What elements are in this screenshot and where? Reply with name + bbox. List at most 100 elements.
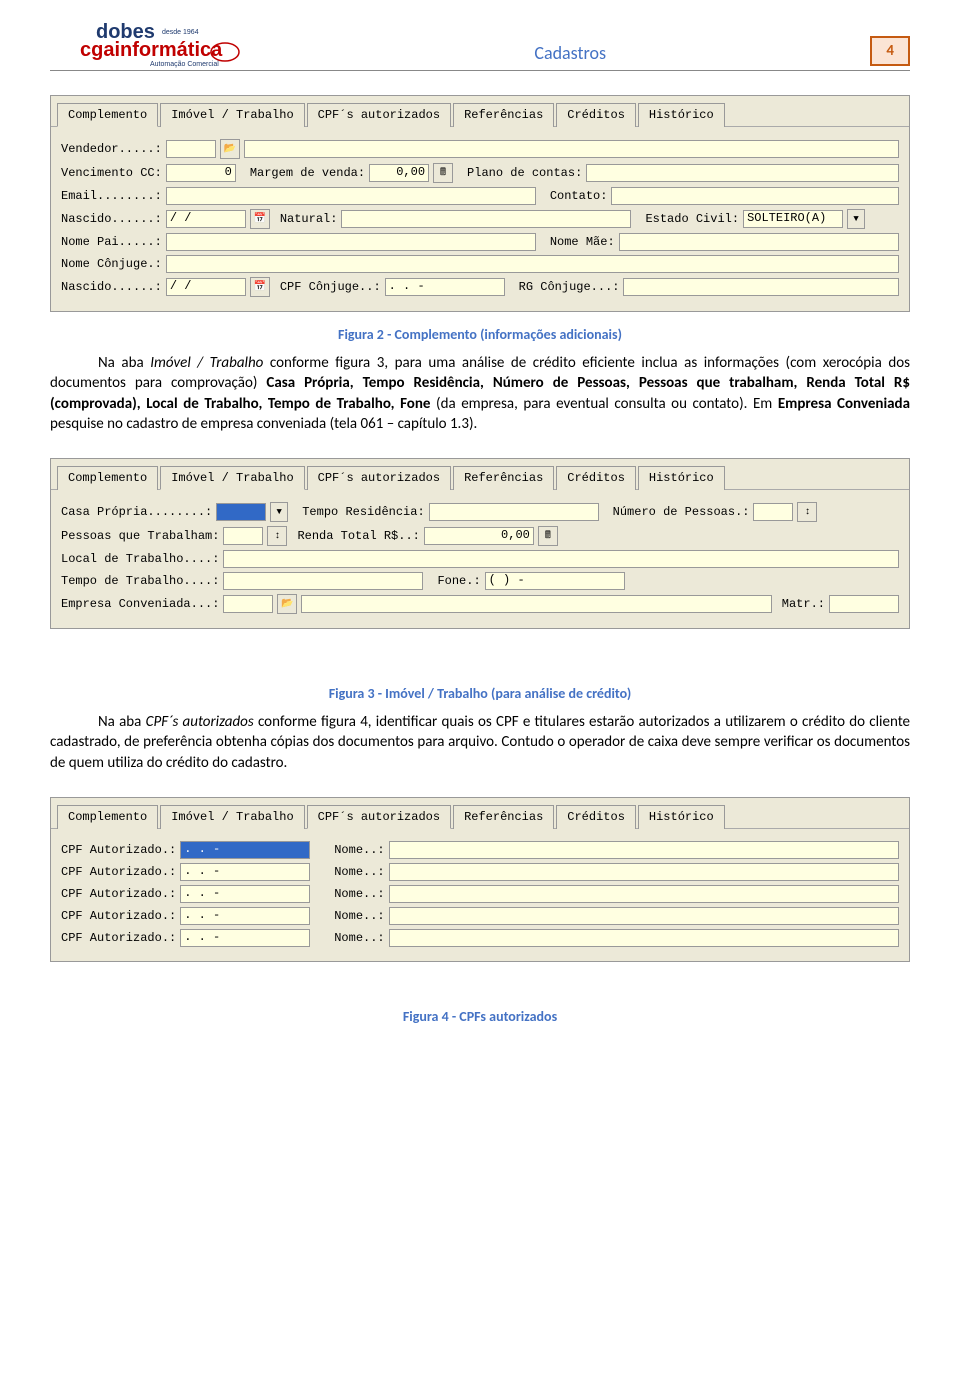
cpf-autorizado-input[interactable]: . . -	[180, 863, 310, 881]
plano-input[interactable]	[586, 164, 899, 182]
tab-historico[interactable]: Histórico	[638, 805, 725, 829]
contato-input[interactable]	[611, 187, 899, 205]
casa-propria-select[interactable]	[216, 503, 266, 521]
nascido-conjuge-input[interactable]: / /	[166, 278, 246, 296]
renda-total-input[interactable]: 0,00	[424, 527, 534, 545]
pessoas-trabalham-input[interactable]	[223, 527, 263, 545]
cpf-autorizado-input[interactable]: . . -	[180, 929, 310, 947]
nome-input[interactable]	[389, 863, 899, 881]
numero-pessoas-label: Número de Pessoas.:	[613, 505, 750, 519]
vencimento-input[interactable]: 0	[166, 164, 236, 182]
tempo-trabalho-label: Tempo de Trabalho....:	[61, 574, 219, 588]
local-trabalho-input[interactable]	[223, 550, 899, 568]
estado-civil-select[interactable]: SOLTEIRO(A)	[743, 210, 843, 228]
cpf-autorizado-label: CPF Autorizado.:	[61, 887, 176, 901]
vendedor-label: Vendedor.....:	[61, 142, 162, 156]
nascido-label: Nascido......:	[61, 212, 162, 226]
tab-complemento[interactable]: Complemento	[57, 103, 158, 127]
cpf-autorizado-row: CPF Autorizado.: . . - Nome..:	[61, 841, 899, 859]
tab-creditos[interactable]: Créditos	[556, 103, 636, 127]
nome-pai-input[interactable]	[166, 233, 536, 251]
margem-input[interactable]: 0,00	[369, 164, 429, 182]
pessoas-trabalham-label: Pessoas que Trabalham:	[61, 529, 219, 543]
nome-input[interactable]	[389, 929, 899, 947]
numero-pessoas-input[interactable]	[753, 503, 793, 521]
nascido-conjuge-label: Nascido......:	[61, 280, 162, 294]
vendedor-input[interactable]	[166, 140, 216, 158]
tab-cpfs-autorizados[interactable]: CPF´s autorizados	[307, 466, 451, 490]
cpf-autorizado-input[interactable]: . . -	[180, 907, 310, 925]
logo-bottom-text: cgainformática	[80, 39, 223, 61]
matr-input[interactable]	[829, 595, 899, 613]
nome-input[interactable]	[389, 885, 899, 903]
calendar-icon[interactable]: 📅	[250, 277, 270, 297]
tempo-residencia-label: Tempo Residência:	[302, 505, 424, 519]
estado-civil-label: Estado Civil:	[645, 212, 739, 226]
rg-conjuge-label: RG Cônjuge...:	[519, 280, 620, 294]
cpf-autorizado-label: CPF Autorizado.:	[61, 843, 176, 857]
logo-since-text: desde 1964	[162, 29, 199, 36]
header-title: Cadastros	[270, 42, 870, 68]
nome-label: Nome..:	[334, 865, 384, 879]
fone-input[interactable]: ( ) -	[485, 572, 625, 590]
nome-input[interactable]	[389, 907, 899, 925]
nome-input[interactable]	[389, 841, 899, 859]
tab-cpfs-autorizados[interactable]: CPF´s autorizados	[307, 103, 451, 127]
tab-imovel-trabalho[interactable]: Imóvel / Trabalho	[160, 103, 304, 127]
matr-label: Matr.:	[782, 597, 825, 611]
casa-propria-label: Casa Própria........:	[61, 505, 212, 519]
logo-sub-text: Automação Comercial	[150, 61, 219, 68]
plano-label: Plano de contas:	[467, 166, 582, 180]
tab-creditos[interactable]: Créditos	[556, 805, 636, 829]
spinner-icon[interactable]: ↕	[267, 526, 287, 546]
form-panel-complemento: Complemento Imóvel / Trabalho CPF´s auto…	[50, 95, 910, 312]
cpf-conjuge-label: CPF Cônjuge..:	[280, 280, 381, 294]
spinner-icon[interactable]: ↕	[797, 502, 817, 522]
vendedor-name-input[interactable]	[244, 140, 899, 158]
figure-2-caption: Figura 2 - Complemento (informações adic…	[50, 326, 910, 343]
chevron-down-icon[interactable]: ▼	[847, 209, 865, 229]
tab-creditos[interactable]: Créditos	[556, 466, 636, 490]
paragraph-1: Na aba Imóvel / Trabalho conforme figura…	[50, 353, 910, 434]
tab-referencias[interactable]: Referências	[453, 466, 554, 490]
tempo-trabalho-input[interactable]	[223, 572, 423, 590]
cpf-autorizado-input[interactable]: . . -	[180, 841, 310, 859]
page-header: dobes desde 1964 cgainformática Automaçã…	[50, 20, 910, 71]
email-label: Email........:	[61, 189, 162, 203]
nome-label: Nome..:	[334, 843, 384, 857]
tab-referencias[interactable]: Referências	[453, 103, 554, 127]
chevron-down-icon[interactable]: ▼	[270, 502, 288, 522]
nome-mae-input[interactable]	[619, 233, 899, 251]
tab-historico[interactable]: Histórico	[638, 466, 725, 490]
logo: dobes desde 1964 cgainformática Automaçã…	[50, 20, 270, 68]
tempo-residencia-input[interactable]	[429, 503, 599, 521]
folder-icon[interactable]: 📂	[220, 139, 240, 159]
rg-conjuge-input[interactable]	[623, 278, 899, 296]
tab-referencias[interactable]: Referências	[453, 805, 554, 829]
figure-3-caption: Figura 3 - Imóvel / Trabalho (para análi…	[50, 685, 910, 702]
tab-complemento[interactable]: Complemento	[57, 805, 158, 829]
contato-label: Contato:	[550, 189, 608, 203]
nome-label: Nome..:	[334, 931, 384, 945]
email-input[interactable]	[166, 187, 536, 205]
form-panel-imovel-trabalho: Complemento Imóvel / Trabalho CPF´s auto…	[50, 458, 910, 629]
calendar-icon[interactable]: 📅	[250, 209, 270, 229]
local-trabalho-label: Local de Trabalho....:	[61, 552, 219, 566]
natural-input[interactable]	[341, 210, 631, 228]
tab-imovel-trabalho[interactable]: Imóvel / Trabalho	[160, 466, 304, 490]
vencimento-label: Vencimento CC:	[61, 166, 162, 180]
folder-icon[interactable]: 📂	[277, 594, 297, 614]
calc-icon[interactable]: 🖩	[433, 163, 453, 183]
tab-historico[interactable]: Histórico	[638, 103, 725, 127]
calc-icon[interactable]: 🖩	[538, 526, 558, 546]
cpf-autorizado-input[interactable]: . . -	[180, 885, 310, 903]
nome-conjuge-input[interactable]	[166, 255, 899, 273]
tab-complemento[interactable]: Complemento	[57, 466, 158, 490]
nascido-input[interactable]: / /	[166, 210, 246, 228]
tab-cpfs-autorizados[interactable]: CPF´s autorizados	[307, 805, 451, 829]
empresa-conveniada-name-input[interactable]	[301, 595, 771, 613]
empresa-conveniada-code-input[interactable]	[223, 595, 273, 613]
cpf-conjuge-input[interactable]: . . -	[385, 278, 505, 296]
margem-label: Margem de venda:	[250, 166, 365, 180]
tab-imovel-trabalho[interactable]: Imóvel / Trabalho	[160, 805, 304, 829]
